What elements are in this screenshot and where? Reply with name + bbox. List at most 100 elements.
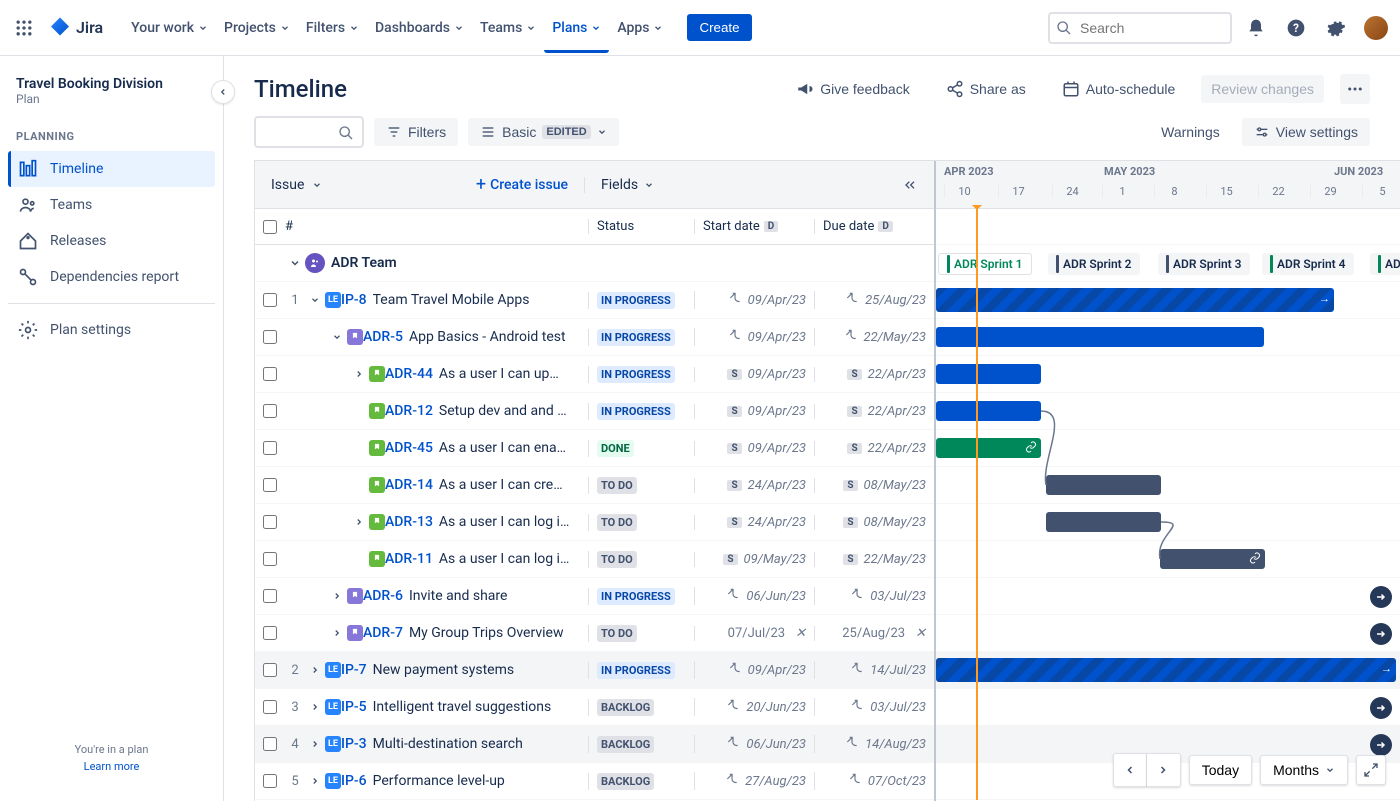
row-checkbox[interactable]: [263, 515, 277, 529]
issue-row[interactable]: ADR-13As a user I can log i…TO DOS24/Apr…: [255, 504, 934, 541]
issue-row[interactable]: 4LEIP-3Multi-destination searchBACKLOG06…: [255, 726, 934, 763]
status-badge[interactable]: IN PROGRESS: [597, 366, 675, 383]
timeline-row[interactable]: [936, 393, 1400, 430]
expand-toggle[interactable]: [349, 369, 369, 379]
status-badge[interactable]: BACKLOG: [597, 773, 654, 790]
learn-more-link[interactable]: Learn more: [16, 760, 207, 773]
fullscreen-button[interactable]: [1356, 755, 1386, 785]
timeline-bar[interactable]: →: [936, 288, 1334, 312]
row-checkbox[interactable]: [263, 774, 277, 788]
due-date-cell[interactable]: 25/Aug/23: [814, 291, 934, 309]
start-date-cell[interactable]: 09/Apr/23: [694, 661, 814, 679]
nav-teams[interactable]: Teams: [472, 2, 544, 53]
issue-row[interactable]: ADR-45As a user I can ena…DONES09/Apr/23…: [255, 430, 934, 467]
sidebar-item-releases[interactable]: Releases: [8, 223, 215, 259]
nav-filters[interactable]: Filters: [298, 2, 367, 53]
status-badge[interactable]: TO DO: [597, 625, 637, 642]
expand-toggle[interactable]: [349, 517, 369, 527]
issue-key[interactable]: ADR-5: [363, 329, 403, 345]
chevron-down-icon[interactable]: [644, 180, 654, 190]
timeline-row[interactable]: [936, 578, 1400, 615]
global-search[interactable]: [1048, 12, 1232, 44]
timeline-bar[interactable]: [936, 327, 1264, 347]
create-button[interactable]: Create: [687, 14, 751, 41]
row-checkbox[interactable]: [263, 552, 277, 566]
issue-row[interactable]: ADR-12Setup dev and and …IN PROGRESSS09/…: [255, 393, 934, 430]
settings-icon[interactable]: [1320, 12, 1352, 44]
timeline-row[interactable]: [936, 541, 1400, 578]
timeline-bar[interactable]: [1160, 549, 1265, 569]
timeline-row[interactable]: [936, 689, 1400, 726]
issue-key[interactable]: ADR-45: [385, 440, 433, 456]
collapse-columns-icon[interactable]: [902, 177, 918, 193]
issue-row[interactable]: 2LEIP-7New payment systemsIN PROGRESS09/…: [255, 652, 934, 689]
expand-toggle[interactable]: [327, 591, 347, 601]
row-checkbox[interactable]: [263, 441, 277, 455]
expand-toggle[interactable]: [305, 739, 325, 749]
nav-your-work[interactable]: Your work: [123, 2, 216, 53]
filters-button[interactable]: Filters: [374, 118, 458, 146]
issue-key[interactable]: ADR-13: [385, 514, 433, 530]
issue-key[interactable]: ADR-6: [363, 588, 403, 604]
start-date-cell[interactable]: S09/Apr/23: [694, 367, 814, 382]
row-checkbox[interactable]: [263, 367, 277, 381]
scroll-to-bar-button[interactable]: [1370, 586, 1392, 608]
more-actions-button[interactable]: [1340, 74, 1370, 104]
issue-row[interactable]: 3LEIP-5Intelligent travel suggestionsBAC…: [255, 689, 934, 726]
start-date-cell[interactable]: S09/Apr/23: [694, 404, 814, 419]
timeline-next-button[interactable]: [1147, 753, 1181, 787]
status-badge[interactable]: BACKLOG: [597, 736, 654, 753]
sprint-chip[interactable]: ADR Sprint 4: [1262, 253, 1354, 275]
expand-toggle[interactable]: [327, 628, 347, 638]
due-date-cell[interactable]: 14/Aug/23: [814, 735, 934, 753]
timeline-row[interactable]: [936, 504, 1400, 541]
issue-row[interactable]: ADR-44As a user I can up…IN PROGRESSS09/…: [255, 356, 934, 393]
notifications-icon[interactable]: [1240, 12, 1272, 44]
issue-key[interactable]: IP-6: [341, 773, 367, 789]
scroll-to-bar-button[interactable]: [1370, 623, 1392, 645]
row-checkbox[interactable]: [263, 700, 277, 714]
sidebar-item-timeline[interactable]: Timeline: [8, 151, 215, 187]
issue-row[interactable]: ADR-7My Group Trips OverviewTO DO07/Jul/…: [255, 615, 934, 652]
expand-toggle[interactable]: [305, 702, 325, 712]
start-date-cell[interactable]: 09/Apr/23: [694, 328, 814, 346]
warnings-button[interactable]: Warnings: [1149, 118, 1232, 146]
issue-row[interactable]: 1LEIP-8Team Travel Mobile AppsIN PROGRES…: [255, 282, 934, 319]
help-icon[interactable]: ?: [1280, 12, 1312, 44]
sprint-chip[interactable]: ADR Sprint 1: [938, 253, 1032, 275]
app-switcher-icon[interactable]: [12, 16, 36, 40]
start-date-cell[interactable]: 06/Jun/23: [694, 735, 814, 753]
column-issue-header[interactable]: Issue: [271, 177, 304, 193]
row-checkbox[interactable]: [263, 330, 277, 344]
expand-toggle[interactable]: [305, 665, 325, 675]
due-date-cell[interactable]: S22/Apr/23: [814, 404, 934, 419]
status-badge[interactable]: IN PROGRESS: [597, 292, 675, 309]
issue-key[interactable]: IP-3: [341, 736, 367, 752]
issue-key[interactable]: ADR-12: [385, 403, 433, 419]
team-row[interactable]: ADR Team: [255, 245, 934, 282]
timeline-row[interactable]: →: [936, 652, 1400, 689]
view-settings-button[interactable]: View settings: [1242, 118, 1370, 146]
timeline-bar[interactable]: [936, 438, 1041, 458]
sprint-chip[interactable]: ADR Sprint 2: [1048, 253, 1140, 275]
due-date-cell[interactable]: 03/Jul/23: [814, 698, 934, 716]
today-button[interactable]: Today: [1189, 755, 1252, 785]
timeline-row[interactable]: →: [936, 282, 1400, 319]
issue-key[interactable]: IP-8: [341, 292, 367, 308]
due-date-cell[interactable]: 03/Jul/23: [814, 587, 934, 605]
timeline-bar[interactable]: [1046, 475, 1161, 495]
start-date-cell[interactable]: S24/Apr/23: [694, 515, 814, 530]
due-date-cell[interactable]: 25/Aug/23✕: [814, 626, 934, 641]
issue-key[interactable]: IP-7: [341, 662, 367, 678]
timeline-chart[interactable]: APR 2023MAY 2023JUN 2023 101724181522295…: [934, 161, 1400, 801]
timeline-row[interactable]: [936, 467, 1400, 504]
sidebar-item-teams[interactable]: Teams: [8, 187, 215, 223]
sprint-chip[interactable]: AD: [1370, 253, 1400, 275]
timeline-row[interactable]: [936, 430, 1400, 467]
start-date-cell[interactable]: S09/May/23: [694, 552, 814, 567]
row-checkbox[interactable]: [263, 293, 277, 307]
chevron-down-icon[interactable]: [312, 180, 322, 190]
timeline-bar[interactable]: [936, 364, 1041, 384]
expand-toggle[interactable]: [305, 776, 325, 786]
nav-dashboards[interactable]: Dashboards: [367, 2, 472, 53]
